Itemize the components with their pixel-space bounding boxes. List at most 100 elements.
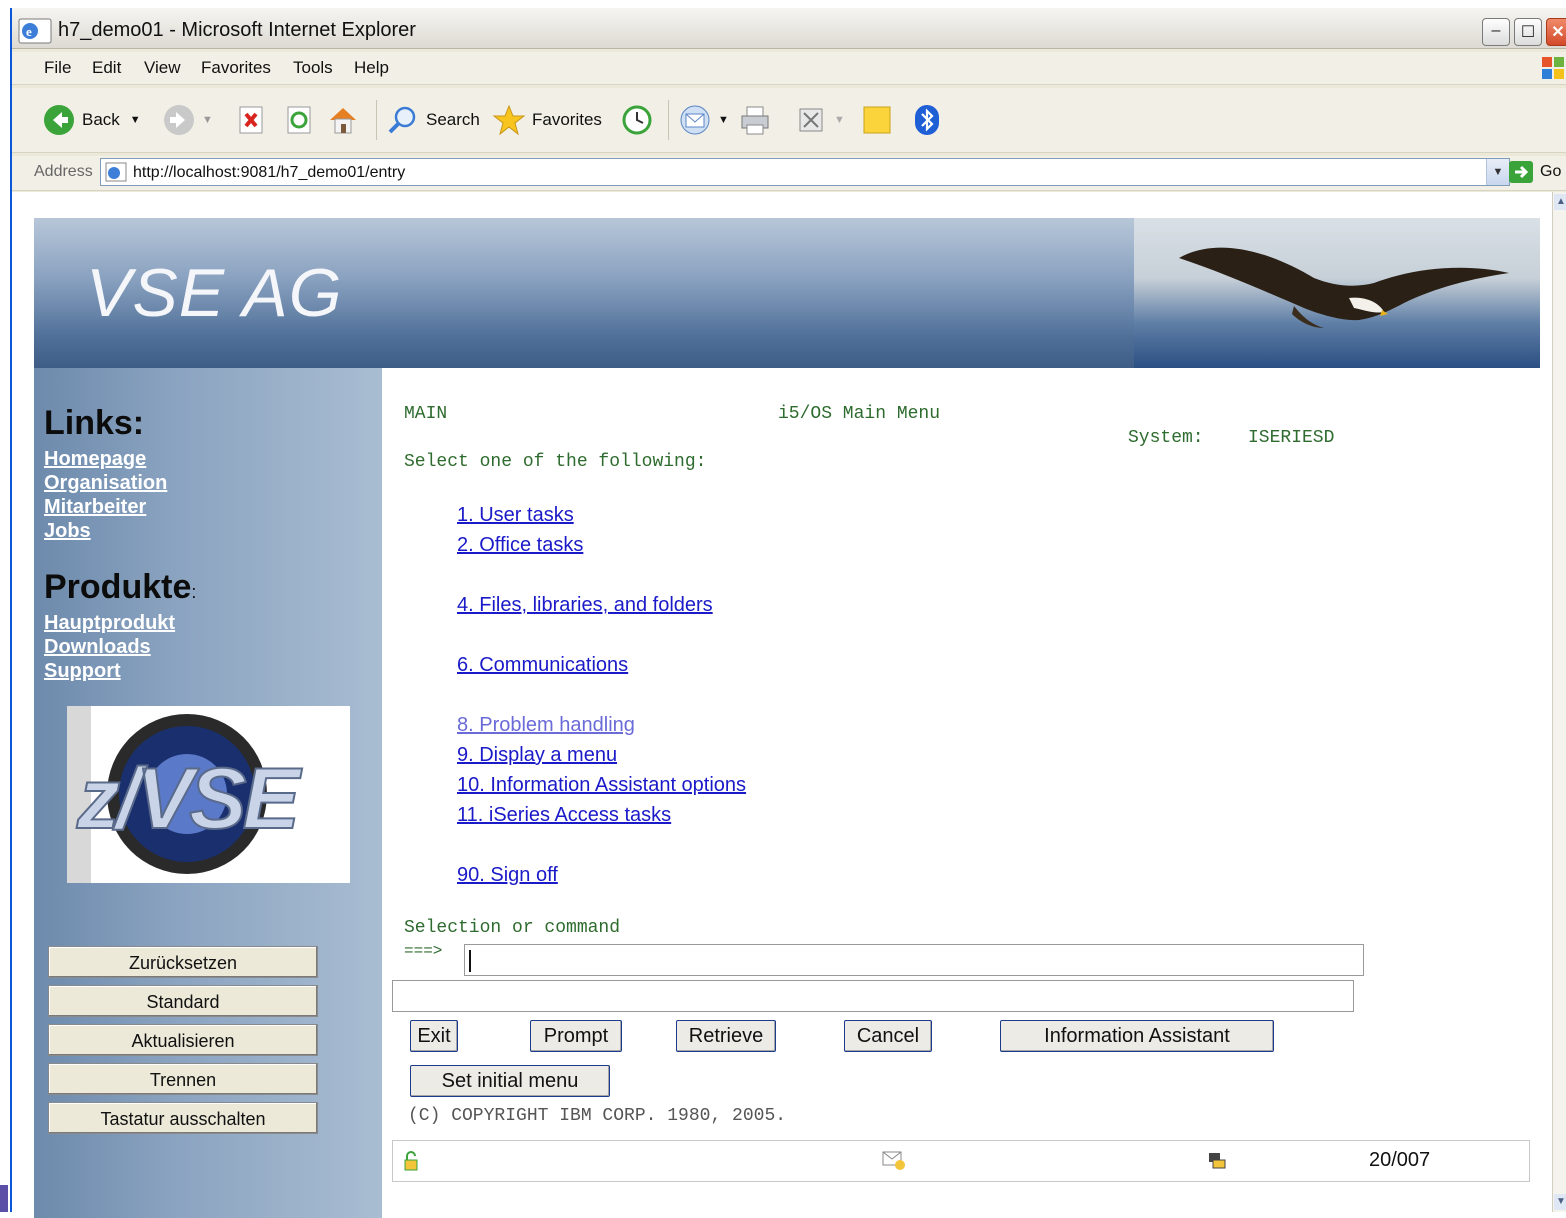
refresh-icon [287,106,311,134]
favorites-label: Favorites [532,110,602,129]
option-problem-handling[interactable]: 8. Problem handling [457,714,635,737]
search-label: Search [426,110,480,129]
back-button[interactable]: Back ▼ [42,102,141,138]
disable-keyboard-button[interactable]: Tastatur ausschalten [48,1102,318,1134]
address-dropdown-icon[interactable]: ▼ [1486,159,1509,185]
select-prompt: Select one of the following: [404,452,707,472]
go-label: Go [1540,163,1562,180]
message-line [392,980,1354,1012]
sidebar-link-downloads[interactable]: Downloads [44,636,151,659]
unlock-icon [404,1151,418,1171]
menu-tools[interactable]: Tools [293,58,333,78]
refresh-button[interactable] [282,102,322,138]
sidebar-link-jobs[interactable]: Jobs [44,520,91,543]
option-sign-off[interactable]: 90. Sign off [457,864,558,887]
products-heading-text: Produkte [44,568,192,606]
sidebar-link-homepage[interactable]: Homepage [44,448,146,471]
sidebar-link-support[interactable]: Support [44,660,121,683]
sidebar-link-organisation[interactable]: Organisation [44,472,167,495]
exit-button[interactable]: Exit [410,1020,458,1052]
mail-dropdown-icon[interactable]: ▼ [718,114,729,126]
forward-button[interactable]: ▼ [162,102,213,138]
address-label: Address [34,163,93,180]
option-user-tasks[interactable]: 1. User tasks [457,504,574,527]
set-initial-menu-button[interactable]: Set initial menu [410,1065,610,1097]
menu-help[interactable]: Help [354,58,389,78]
mail-button[interactable]: ▼ [678,102,729,138]
command-arrow: ===> [404,942,443,960]
scroll-up-icon[interactable]: ▲ [1554,194,1566,210]
toolbar-separator [668,100,669,140]
close-button[interactable]: ✕ [1546,18,1566,46]
address-input[interactable]: http://localhost:9081/h7_demo01/entry ▼ [100,158,1510,186]
refresh-page-button[interactable]: Aktualisieren [48,1024,318,1056]
links-heading: Links: [44,404,145,442]
reset-button[interactable]: Zurücksetzen [48,946,318,978]
bluetooth-icon [915,105,939,135]
sidebar-link-mitarbeiter[interactable]: Mitarbeiter [44,496,146,519]
zvse-logo-text: z/VSE [76,750,301,848]
edit-dropdown-icon[interactable]: ▼ [834,114,845,126]
menu-favorites[interactable]: Favorites [201,58,271,78]
information-assistant-button[interactable]: Information Assistant [1000,1020,1274,1052]
retrieve-button[interactable]: Retrieve [676,1020,776,1052]
menu-edit[interactable]: Edit [92,58,121,78]
mail-icon [680,105,710,135]
web-page: VSE AG Links: Homepage Organisation Mita… [34,218,1540,1218]
taskbar-corner [0,1185,8,1212]
menu-file[interactable]: File [44,58,71,78]
sticky-note-icon [863,106,891,134]
page-viewport: VSE AG Links: Homepage Organisation Mita… [12,192,1552,1218]
standard-button[interactable]: Standard [48,985,318,1017]
option-display-menu[interactable]: 9. Display a menu [457,744,617,767]
selection-label: Selection or command [404,918,621,938]
window-title: h7_demo01 - Microsoft Internet Explorer [58,19,416,41]
cancel-button[interactable]: Cancel [844,1020,932,1052]
notes-button[interactable] [860,102,900,138]
text-caret [469,950,471,972]
copyright-notice: (C) COPYRIGHT IBM CORP. 1980, 2005. [408,1106,787,1126]
go-arrow-icon [1509,161,1533,183]
home-button[interactable] [326,102,366,138]
print-button[interactable] [738,102,778,138]
go-button[interactable]: Go [1508,160,1561,184]
option-office-tasks[interactable]: 2. Office tasks [457,534,583,557]
option-information-assistant[interactable]: 10. Information Assistant options [457,774,746,797]
search-icon [388,106,416,134]
products-heading-colon: : [191,582,197,602]
option-communications[interactable]: 6. Communications [457,654,628,677]
back-label: Back [82,110,120,129]
option-iseries-access[interactable]: 11. iSeries Access tasks [457,804,671,827]
minimize-button[interactable]: – [1482,18,1510,46]
stop-icon [239,106,263,134]
option-files-libraries-folders[interactable]: 4. Files, libraries, and folders [457,594,713,617]
toolbar: Back ▼ ▼ Search Favorites ▼ ▼ [12,88,1566,153]
forward-dropdown-icon[interactable]: ▼ [202,114,213,126]
svg-text:e: e [26,24,32,39]
maximize-button[interactable]: ☐ [1514,18,1542,46]
favorites-button[interactable]: Favorites [492,102,602,138]
edit-button[interactable]: ▼ [794,102,845,138]
menu-id: MAIN [404,404,448,424]
history-button[interactable] [620,102,660,138]
address-url: http://localhost:9081/h7_demo01/entry [133,164,406,181]
prompt-button[interactable]: Prompt [530,1020,622,1052]
scroll-down-icon[interactable]: ▼ [1554,1194,1566,1210]
sidebar: Links: Homepage Organisation Mitarbeiter… [34,368,382,1218]
print-icon [741,106,769,135]
search-button[interactable]: Search [386,102,480,138]
page-icon [105,162,127,182]
title-bar[interactable]: e h7_demo01 - Microsoft Internet Explore… [12,8,1566,49]
stop-button[interactable] [234,102,274,138]
back-dropdown-icon[interactable]: ▼ [130,114,141,126]
bluetooth-button[interactable] [910,102,950,138]
vertical-scrollbar[interactable]: ▲ ▼ [1552,192,1566,1212]
menu-title: i5/OS Main Menu [778,404,941,424]
disconnect-button[interactable]: Trennen [48,1063,318,1095]
back-arrow-icon [44,105,74,135]
menu-view[interactable]: View [144,58,181,78]
sidebar-link-hauptprodukt[interactable]: Hauptprodukt [44,612,175,635]
minimize-icon: – [1491,22,1501,39]
history-icon [622,105,652,135]
command-input[interactable] [464,944,1364,976]
